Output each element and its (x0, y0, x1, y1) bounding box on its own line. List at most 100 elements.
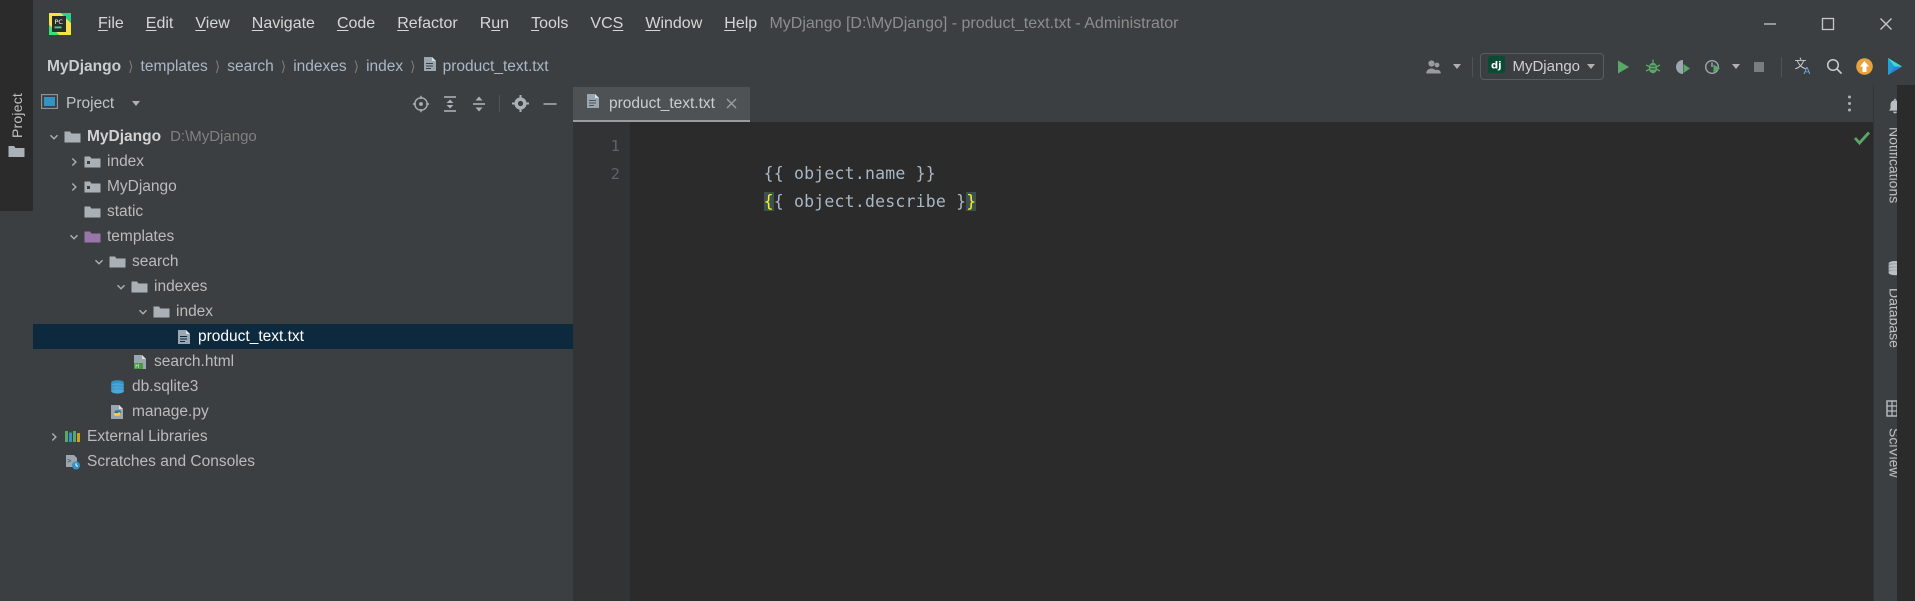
tree-row-mydjango-package[interactable]: MyDjango (33, 174, 573, 199)
tree-row-db-sqlite3[interactable]: db.sqlite3 (33, 374, 573, 399)
maximize-icon[interactable] (1799, 0, 1857, 48)
inspection-status-strip[interactable] (1851, 122, 1873, 601)
tree-row-search-html[interactable]: H search.html (33, 349, 573, 374)
menu-help[interactable]: Help (713, 11, 768, 37)
editor-tab-product-text-txt[interactable]: product_text.txt (573, 87, 750, 122)
run-with-coverage-button[interactable] (1668, 52, 1698, 82)
profile-dropdown-caret-icon[interactable] (1728, 52, 1744, 82)
hide-panel-button[interactable] (536, 90, 563, 117)
menu-tools[interactable]: Tools (520, 11, 579, 37)
menu-edit[interactable]: Edit (135, 11, 185, 37)
breadcrumb-item-project[interactable]: MyDjango (47, 58, 121, 76)
project-panel-label: Project (66, 94, 115, 112)
user-account-icon[interactable] (1419, 52, 1449, 82)
editor-area: product_text.txt 1 2 {{object.name}} {… (573, 85, 1873, 601)
svg-text:A: A (1804, 66, 1811, 77)
update-project-button[interactable] (1849, 52, 1879, 82)
tree-label: External Libraries (87, 427, 208, 445)
translate-icon[interactable]: 文 A (1789, 52, 1819, 82)
scratches-icon: > (62, 449, 83, 474)
close-icon[interactable] (724, 96, 739, 111)
tree-label: search (132, 252, 179, 270)
svg-text:>: > (67, 457, 71, 465)
code-editor[interactable]: 1 2 {{ object.name }} {{ object.describe… (573, 122, 1873, 601)
ok-check-icon (1853, 130, 1871, 150)
breadcrumb-item-indexes[interactable]: indexes (293, 58, 346, 76)
breadcrumb-item-templates[interactable]: templates (141, 58, 208, 76)
account-dropdown-caret-icon[interactable] (1449, 52, 1465, 82)
chevron-down-icon[interactable] (65, 224, 82, 249)
debug-button[interactable] (1638, 52, 1668, 82)
project-tree[interactable]: MyDjango D:\MyDjango index MyDjango stat… (33, 122, 573, 601)
chevron-right-icon[interactable] (65, 149, 82, 174)
breadcrumb: MyDjango ⟩ templates ⟩ search ⟩ indexes … (33, 56, 549, 77)
breadcrumb-item-file[interactable]: product_text.txt (423, 56, 549, 77)
pycharm-window: PC File Edit View Navigate Code Refactor… (0, 0, 1915, 601)
tree-row-product-text-txt[interactable]: product_text.txt (33, 324, 573, 349)
tree-row-static[interactable]: static (33, 199, 573, 224)
editor-tab-bar: product_text.txt (573, 85, 1873, 122)
chevron-down-icon[interactable] (45, 124, 62, 149)
profile-button[interactable] (1698, 52, 1728, 82)
tree-row-index-inner[interactable]: index (33, 299, 573, 324)
menu-code[interactable]: Code (326, 11, 386, 37)
close-icon[interactable] (1857, 0, 1915, 48)
tool-window-button-project[interactable]: Project (0, 85, 33, 211)
nav-left-gap (0, 48, 33, 85)
breadcrumb-separator: ⟩ (280, 58, 287, 74)
breadcrumb-separator: ⟩ (128, 58, 134, 74)
chevron-right-icon[interactable] (65, 174, 82, 199)
tree-row-index[interactable]: index (33, 149, 573, 174)
more-options-icon[interactable] (1836, 90, 1863, 117)
breadcrumb-item-search[interactable]: search (227, 58, 274, 76)
svg-text:PC: PC (55, 18, 64, 26)
minimize-icon[interactable] (1741, 0, 1799, 48)
tree-row-search[interactable]: search (33, 249, 573, 274)
database-file-icon (107, 374, 128, 399)
tree-row-project-root[interactable]: MyDjango D:\MyDjango (33, 124, 573, 149)
collapse-all-button[interactable] (465, 90, 492, 117)
chevron-down-icon[interactable] (132, 101, 141, 106)
menu-window[interactable]: Window (634, 11, 713, 37)
run-button[interactable] (1608, 52, 1638, 82)
menu-file[interactable]: File (87, 11, 135, 37)
breadcrumb-separator: ⟩ (214, 58, 221, 74)
breadcrumb-separator: ⟩ (410, 58, 416, 74)
menu-navigate[interactable]: Navigate (241, 11, 326, 37)
editor-code-content[interactable]: {{ object.name }} {{ object.describe }} (642, 122, 1851, 601)
django-icon: dj (1488, 55, 1506, 78)
project-view-icon (40, 93, 59, 114)
chevron-down-icon[interactable] (134, 299, 151, 324)
chevron-down-icon[interactable] (90, 249, 107, 274)
menu-vcs[interactable]: VCS (579, 11, 634, 37)
title-bar-left-gap (0, 0, 33, 48)
tree-row-external-libraries[interactable]: External Libraries (33, 424, 573, 449)
main-toolbar: dj MyDjango 文 A (1419, 48, 1915, 85)
tree-label: Scratches and Consoles (87, 452, 256, 470)
tree-row-indexes[interactable]: indexes (33, 274, 573, 299)
project-panel-title[interactable]: Project (40, 93, 141, 114)
breadcrumb-file-label: product_text.txt (442, 57, 549, 75)
expand-all-button[interactable] (436, 90, 463, 117)
chevron-down-icon[interactable] (112, 274, 129, 299)
folder-icon (8, 144, 25, 163)
menu-view[interactable]: View (184, 11, 240, 37)
stop-button[interactable] (1744, 52, 1774, 82)
tree-row-manage-py[interactable]: manage.py (33, 399, 573, 424)
chevron-right-icon[interactable] (45, 424, 62, 449)
gear-icon[interactable] (507, 90, 534, 117)
run-configuration-selector[interactable]: dj MyDjango (1480, 53, 1604, 80)
tree-label: templates (107, 227, 175, 245)
colorful-play-icon[interactable] (1879, 52, 1909, 82)
tree-row-scratches-and-consoles[interactable]: > Scratches and Consoles (33, 449, 573, 474)
select-opened-file-button[interactable] (407, 90, 434, 117)
search-icon[interactable] (1819, 52, 1849, 82)
svg-text:H: H (135, 364, 139, 370)
breadcrumb-item-index[interactable]: index (366, 58, 403, 76)
menu-run[interactable]: Run (469, 11, 520, 37)
navigation-toolbar: MyDjango ⟩ templates ⟩ search ⟩ indexes … (0, 48, 1915, 85)
menu-refactor[interactable]: Refactor (386, 11, 468, 37)
editor-tab-label: product_text.txt (609, 94, 715, 112)
chevron-down-icon (1453, 64, 1462, 69)
tree-row-templates[interactable]: templates (33, 224, 573, 249)
